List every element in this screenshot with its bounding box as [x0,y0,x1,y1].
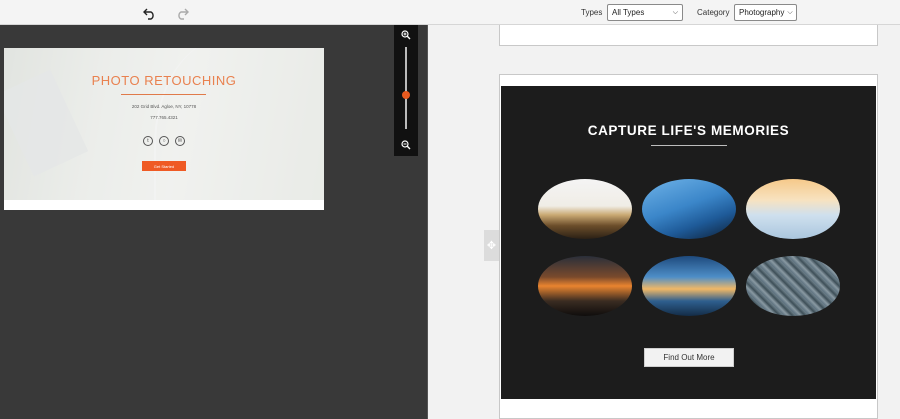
photo-sunset-hills [538,179,632,239]
get-started-button: Get Started [142,161,186,171]
undo-icon[interactable] [141,4,159,22]
chevron-down-icon: ⌵ [672,8,678,16]
preview-phone: 777.765.4321 [150,115,178,120]
top-toolbar: Types All Types ⌵ Category Photography ⌵ [0,0,900,25]
title-divider [121,94,206,95]
preview-pane: PHOTO RETOUCHING 202 Grid Blvd. Agloe, N… [0,25,428,419]
move-handle-icon[interactable]: ✥ [484,230,499,261]
template-section: CAPTURE LIFE'S MEMORIES Find Out More [501,86,876,399]
types-select[interactable]: All Types ⌵ [607,4,683,21]
preview-title: PHOTO RETOUCHING [91,73,237,88]
template-card-previous[interactable] [499,25,878,46]
category-select[interactable]: Photography ⌵ [734,4,797,21]
photo-aerial-city [746,256,840,316]
zoom-in-icon[interactable] [400,29,412,41]
template-card[interactable]: CAPTURE LIFE'S MEMORIES Find Out More [499,74,878,419]
types-label: Types [581,8,603,17]
photo-lake-dusk [642,256,736,316]
category-select-value: Photography [739,8,785,17]
zoom-handle[interactable] [402,91,410,99]
zoom-slider[interactable] [394,25,418,156]
find-out-more-button: Find Out More [644,348,734,367]
title-divider [651,145,727,146]
template-gallery: CAPTURE LIFE'S MEMORIES Find Out More [428,25,900,419]
zoom-track[interactable] [405,47,407,129]
photo-meteor-sky [642,179,736,239]
email-icon: ✉ [175,136,185,146]
zoom-out-icon[interactable] [400,139,412,151]
chevron-down-icon: ⌵ [787,8,793,16]
types-select-value: All Types [612,8,645,17]
page-preview-thumbnail[interactable]: PHOTO RETOUCHING 202 Grid Blvd. Agloe, N… [4,48,324,210]
preview-address: 202 Grid Blvd. Agloe, NY, 10778 [131,104,197,109]
instagram-icon: ○ [159,136,169,146]
photo-fiery-sunset [538,256,632,316]
image-overlay [4,48,324,200]
redo-icon[interactable] [173,4,191,22]
photo-ocean-sunrise [746,179,840,239]
twitter-icon: t [143,136,153,146]
template-title: CAPTURE LIFE'S MEMORIES [587,123,790,138]
category-label: Category [697,8,730,17]
